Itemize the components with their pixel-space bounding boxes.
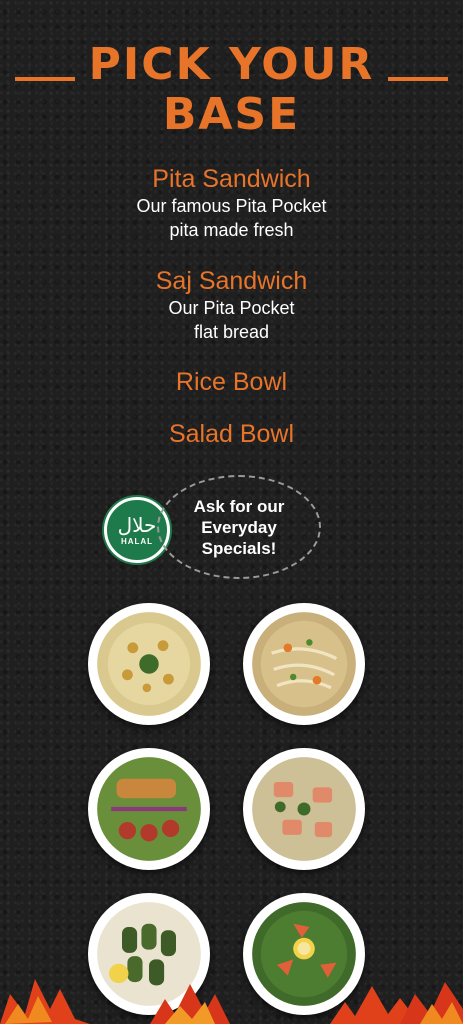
menu-item-pita: Pita Sandwich Our famous Pita Pocket pit… [0,164,463,242]
menu-item-desc: Our famous Pita Pocket [136,196,327,216]
specials-text: Ask for our Everyday Specials! [193,496,285,558]
halal-arabic-text: حلال [117,512,157,537]
menu-item-name: Saj Sandwich [155,267,308,295]
flames-decoration-icon [0,979,463,1024]
menu-item-salad-bowl: Salad Bowl [0,419,463,449]
menu-item-name: Pita Sandwich [152,165,311,193]
menu-item-desc: flat bread [193,322,270,342]
title-rule-right [388,77,449,81]
hummus-icon [88,603,210,725]
salad-plate-icon [88,748,210,870]
halal-label: HALAL [120,536,154,546]
fish-rice-icon [243,748,365,870]
title-rule-left [14,77,75,81]
menu-item-desc: pita made fresh [169,220,294,240]
menu-item-saj: Saj Sandwich Our Pita Pocket flat bread [0,266,463,344]
page-title-line2: BASE [162,89,301,140]
chicken-noodle-soup-icon [243,603,365,725]
title-row: PICK YOUR [0,38,463,92]
menu-item-desc: Our Pita Pocket [168,298,295,318]
page-title-line1: PICK YOUR [88,39,375,90]
menu-item-rice-bowl: Rice Bowl [0,367,463,397]
specials-callout: Ask for our Everyday Specials! [157,475,321,579]
menu-item-name: Rice Bowl [175,368,288,396]
menu-item-name: Salad Bowl [168,420,295,448]
